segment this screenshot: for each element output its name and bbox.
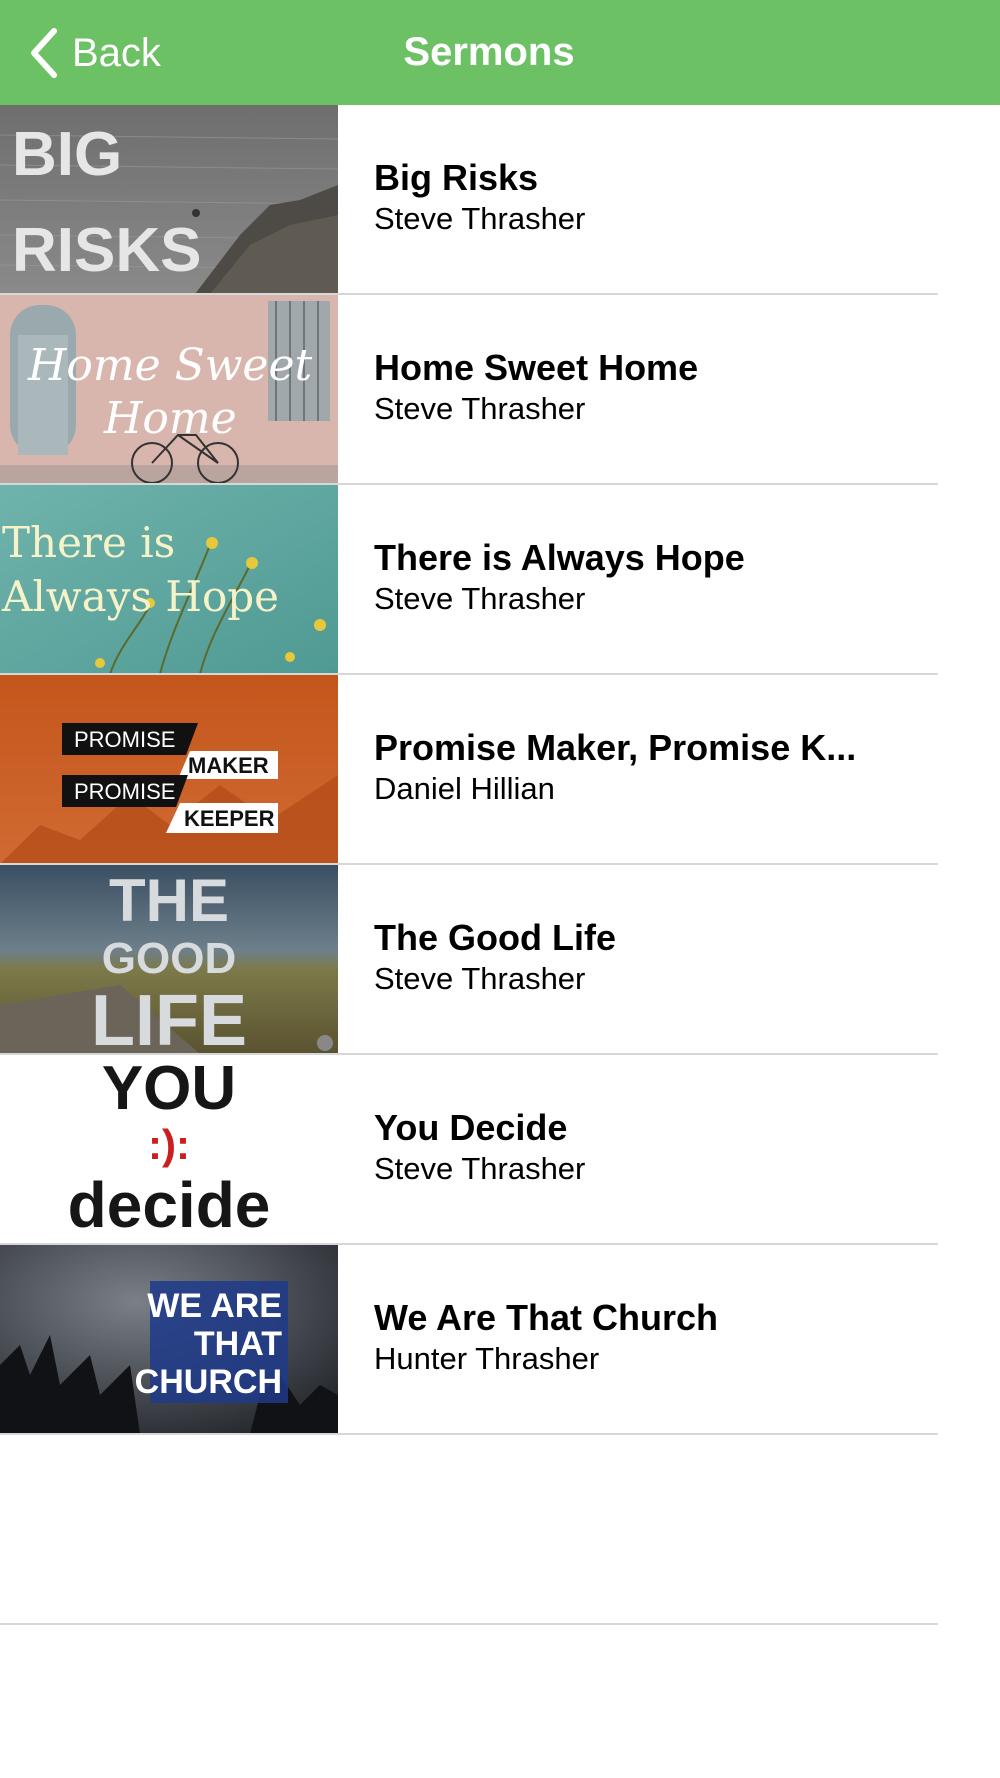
- thumbnail-art-text: MAKER: [188, 753, 269, 778]
- thumbnail-art-text: decide: [68, 1169, 271, 1241]
- chevron-left-icon: [31, 28, 57, 78]
- sermon-title: You Decide: [374, 1107, 568, 1148]
- sermon-row[interactable]: BIG RISKS Big Risks Steve Thrasher: [0, 105, 1000, 295]
- thumbnail-art-text: RISKS: [12, 216, 201, 285]
- sermon-thumbnail: WE ARE THAT CHURCH: [0, 1245, 338, 1434]
- sermon-title: Home Sweet Home: [374, 347, 699, 388]
- sermon-thumbnail: YOU :): decide: [0, 1055, 338, 1244]
- sermon-row[interactable]: PROMISE MAKER PROMISE KEEPER Promise Mak…: [0, 675, 1000, 865]
- sermon-thumbnail: BIG RISKS: [0, 105, 338, 294]
- row-divider: [0, 1623, 938, 1625]
- sermon-speaker: Daniel Hillian: [374, 771, 555, 806]
- sermon-title: We Are That Church: [374, 1297, 719, 1338]
- sermon-title: There is Always Hope: [374, 537, 745, 578]
- sermon-thumbnail: There is Always Hope: [0, 485, 338, 674]
- sermon-row[interactable]: THE GOOD LIFE The Good Life Steve Thrash…: [0, 865, 1000, 1055]
- sermon-title: The Good Life: [374, 917, 616, 958]
- sermon-speaker: Steve Thrasher: [374, 1151, 586, 1186]
- thumbnail-art-text: LIFE: [91, 981, 247, 1054]
- thumbnail-art-text: There is: [2, 518, 175, 567]
- empty-row: [0, 1435, 1000, 1625]
- thumbnail-art-text: Home Sweet: [27, 340, 312, 391]
- sermon-title: Big Risks: [374, 157, 539, 198]
- thumbnail-art-text: Always Hope: [1, 572, 279, 621]
- sermon-speaker: Steve Thrasher: [374, 961, 586, 996]
- thumbnail-art-text: PROMISE: [74, 779, 175, 804]
- sermon-list: BIG RISKS Big Risks Steve Thrasher Home …: [0, 105, 1000, 1625]
- navigation-bar: Sermons Back: [0, 0, 1000, 105]
- sermon-speaker: Steve Thrasher: [374, 581, 586, 616]
- thumbnail-art-text: BIG: [12, 120, 122, 189]
- sermon-thumbnail: PROMISE MAKER PROMISE KEEPER: [0, 675, 338, 864]
- sermon-row[interactable]: WE ARE THAT CHURCH We Are That Church Hu…: [0, 1245, 1000, 1435]
- sermon-speaker: Hunter Thrasher: [374, 1341, 600, 1376]
- sermon-speaker: Steve Thrasher: [374, 391, 586, 426]
- sermon-title: Promise Maker, Promise K...: [374, 727, 857, 768]
- thumbnail-art-text: WE ARE: [147, 1287, 282, 1325]
- back-button[interactable]: Back: [28, 26, 161, 80]
- thumbnail-art-text: THAT: [194, 1325, 282, 1363]
- thumbnail-art-text: PROMISE: [74, 727, 175, 752]
- thumbnail-art-text: :):: [148, 1121, 190, 1168]
- thumbnail-art-text: THE: [109, 867, 229, 934]
- thumbnail-art-text: GOOD: [102, 934, 236, 983]
- thumbnail-art-text: CHURCH: [135, 1363, 282, 1401]
- thumbnail-art-text: YOU: [102, 1055, 236, 1123]
- thumbnail-art-text: Home: [103, 393, 237, 444]
- sermon-speaker: Steve Thrasher: [374, 201, 586, 236]
- sermon-thumbnail: Home Sweet Home: [0, 295, 338, 484]
- thumbnail-art-text: KEEPER: [184, 806, 275, 831]
- sermon-row[interactable]: YOU :): decide You Decide Steve Thrasher: [0, 1055, 1000, 1245]
- sermon-row[interactable]: Home Sweet Home Home Sweet Home Steve Th…: [0, 295, 1000, 485]
- sermon-thumbnail: THE GOOD LIFE: [0, 865, 338, 1054]
- back-label: Back: [72, 30, 161, 75]
- sermon-row[interactable]: There is Always Hope There is Always Hop…: [0, 485, 1000, 675]
